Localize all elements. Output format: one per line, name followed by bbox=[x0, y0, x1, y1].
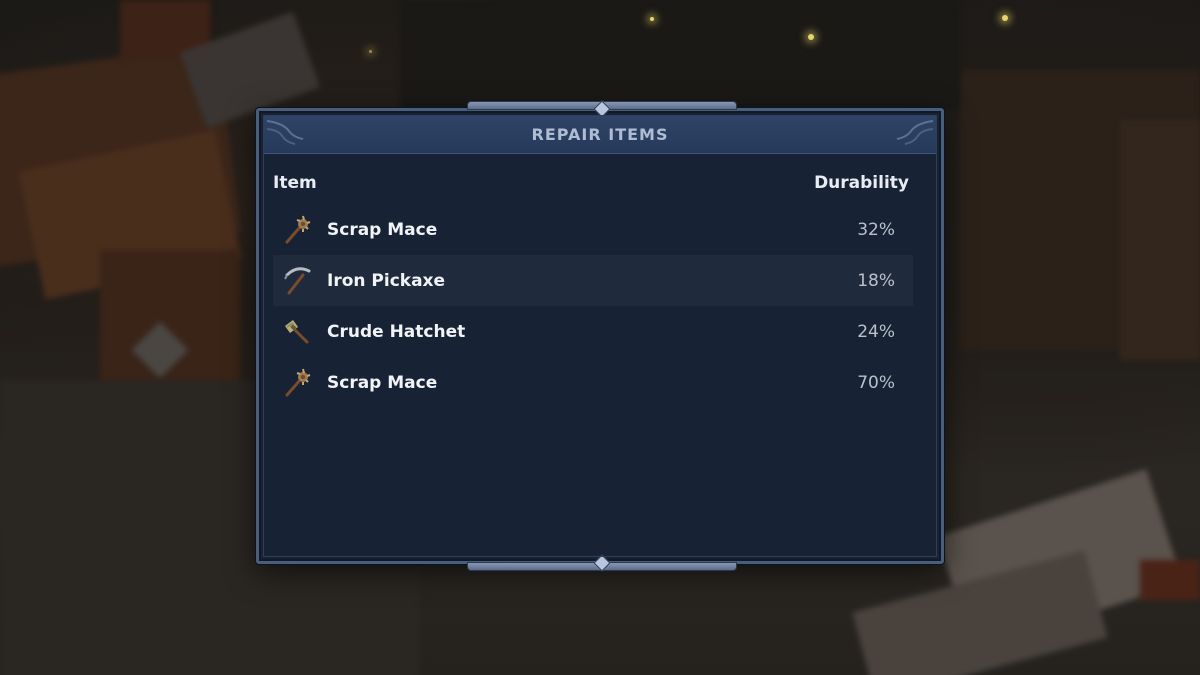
mace-icon bbox=[281, 367, 313, 399]
item-row[interactable]: Scrap Mace 32% bbox=[273, 204, 913, 255]
item-durability: 32% bbox=[857, 219, 895, 240]
corner-ornament-icon bbox=[266, 120, 304, 145]
panel-top-ornament bbox=[467, 100, 737, 118]
firefly bbox=[369, 50, 372, 53]
item-durability: 70% bbox=[857, 372, 895, 393]
pickaxe-icon bbox=[281, 265, 313, 297]
item-row-selected[interactable]: Iron Pickaxe 18% bbox=[273, 255, 913, 306]
firefly bbox=[808, 34, 814, 40]
corner-ornament-icon bbox=[896, 120, 934, 145]
item-durability: 18% bbox=[857, 270, 895, 291]
column-header-durability: Durability bbox=[814, 173, 909, 193]
item-list: Scrap Mace 32% Iron Pickaxe 18% Crude Ha… bbox=[273, 204, 913, 408]
firefly bbox=[650, 17, 654, 21]
item-durability: 24% bbox=[857, 321, 895, 342]
panel-title: REPAIR ITEMS bbox=[531, 124, 669, 144]
mace-icon bbox=[281, 214, 313, 246]
item-row[interactable]: Crude Hatchet 24% bbox=[273, 306, 913, 357]
panel-bottom-ornament bbox=[467, 554, 737, 572]
repair-items-panel: REPAIR ITEMS Item Durability Scrap Mace … bbox=[256, 100, 944, 572]
item-name: Iron Pickaxe bbox=[327, 270, 446, 291]
item-name: Scrap Mace bbox=[327, 219, 438, 240]
hatchet-icon bbox=[281, 316, 313, 348]
firefly bbox=[1002, 15, 1008, 21]
panel-title-bar: REPAIR ITEMS bbox=[263, 115, 937, 154]
item-name: Crude Hatchet bbox=[327, 321, 466, 342]
item-name: Scrap Mace bbox=[327, 372, 438, 393]
column-header-item: Item bbox=[273, 173, 317, 193]
item-row[interactable]: Scrap Mace 70% bbox=[273, 357, 913, 408]
